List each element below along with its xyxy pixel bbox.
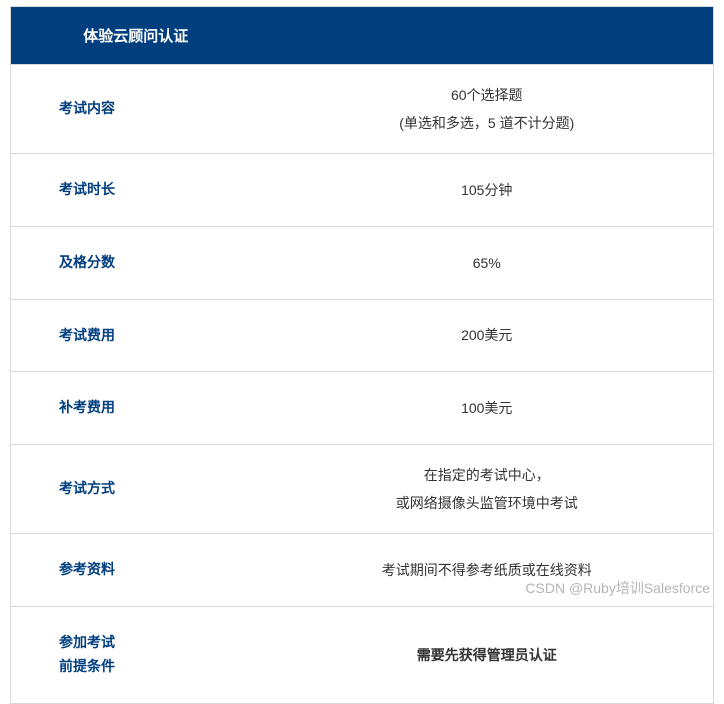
- row-label-prereq: 参加考试 前提条件: [11, 606, 261, 703]
- certification-table: 体验云顾问认证 考试内容 60个选择题 (单选和多选，5 道不计分题) 考试时长…: [10, 6, 714, 704]
- value-line: 在指定的考试中心，: [281, 461, 694, 489]
- table-row: 参考资料 考试期间不得参考纸质或在线资料: [11, 534, 714, 607]
- row-value-delivery: 在指定的考试中心， 或网络摄像头监管环境中考试: [261, 445, 714, 534]
- row-label-retake: 补考费用: [11, 372, 261, 445]
- table-header-spacer: [261, 7, 714, 65]
- table-title: 体验云顾问认证: [11, 7, 261, 65]
- row-value-exam-content: 60个选择题 (单选和多选，5 道不计分题): [261, 65, 714, 154]
- row-label-duration: 考试时长: [11, 154, 261, 227]
- table-row: 考试内容 60个选择题 (单选和多选，5 道不计分题): [11, 65, 714, 154]
- table-row: 补考费用 100美元: [11, 372, 714, 445]
- row-label-delivery: 考试方式: [11, 445, 261, 534]
- row-value-fee: 200美元: [261, 299, 714, 372]
- value-line: 或网络摄像头监管环境中考试: [281, 489, 694, 517]
- label-line: 前提条件: [59, 655, 253, 679]
- row-value-duration: 105分钟: [261, 154, 714, 227]
- row-label-references: 参考资料: [11, 534, 261, 607]
- table-header-row: 体验云顾问认证: [11, 7, 714, 65]
- row-value-prereq: 需要先获得管理员认证: [261, 606, 714, 703]
- row-label-fee: 考试费用: [11, 299, 261, 372]
- row-value-references: 考试期间不得参考纸质或在线资料: [261, 534, 714, 607]
- row-value-retake: 100美元: [261, 372, 714, 445]
- table-row: 考试费用 200美元: [11, 299, 714, 372]
- table-row: 考试时长 105分钟: [11, 154, 714, 227]
- label-line: 参加考试: [59, 631, 253, 655]
- table-row: 参加考试 前提条件 需要先获得管理员认证: [11, 606, 714, 703]
- table-row: 考试方式 在指定的考试中心， 或网络摄像头监管环境中考试: [11, 445, 714, 534]
- value-line: 60个选择题: [281, 81, 694, 109]
- table-row: 及格分数 65%: [11, 226, 714, 299]
- row-label-exam-content: 考试内容: [11, 65, 261, 154]
- row-label-passing: 及格分数: [11, 226, 261, 299]
- row-value-passing: 65%: [261, 226, 714, 299]
- value-line: (单选和多选，5 道不计分题): [281, 109, 694, 137]
